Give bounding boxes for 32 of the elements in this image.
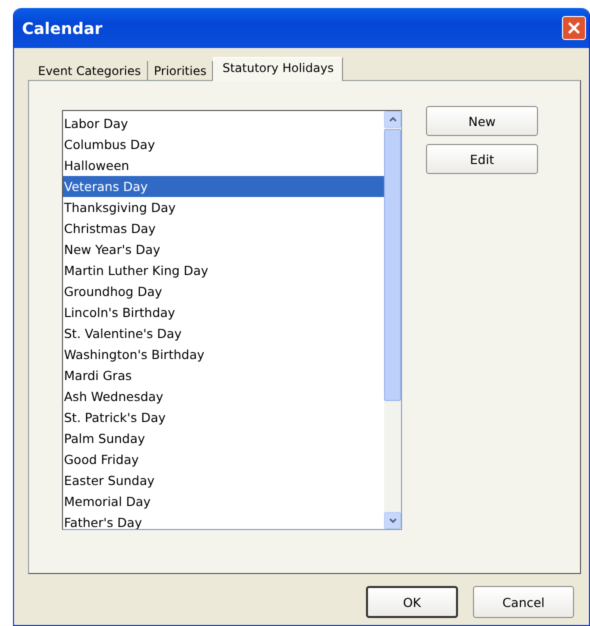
tab[interactable]: Statutory Holidays xyxy=(213,57,343,81)
holiday-list[interactable] xyxy=(62,110,402,530)
list-item[interactable]: Labor Day xyxy=(63,113,384,134)
list-item[interactable]: Christmas Day xyxy=(63,218,384,239)
list-item[interactable]: Thanksgiving Day xyxy=(63,197,384,218)
list-item[interactable]: St. Patrick's Day xyxy=(63,407,384,428)
list-item[interactable]: Good Friday xyxy=(63,449,384,470)
list-item[interactable]: Washington's Birthday xyxy=(63,344,384,365)
side-button[interactable]: New xyxy=(426,106,538,136)
list-item[interactable]: Groundhog Day xyxy=(63,281,384,302)
dialog-button[interactable]: OK xyxy=(366,586,458,618)
list-item[interactable]: Easter Sunday xyxy=(63,470,384,491)
list-item[interactable]: Veterans Day xyxy=(63,176,384,197)
list-item[interactable]: New Year's Day xyxy=(63,239,384,260)
close-icon xyxy=(567,21,581,35)
scroll-up-button[interactable] xyxy=(384,111,401,128)
list-item[interactable]: Martin Luther King Day xyxy=(63,260,384,281)
list-item[interactable]: Halloween xyxy=(63,155,384,176)
scrollbar[interactable] xyxy=(384,111,401,529)
list-item[interactable]: Palm Sunday xyxy=(63,428,384,449)
list-item[interactable]: Mardi Gras xyxy=(63,365,384,386)
list-item[interactable]: Ash Wednesday xyxy=(63,386,384,407)
list-item[interactable]: Memorial Day xyxy=(63,491,384,512)
close-button[interactable] xyxy=(562,16,586,40)
scroll-thumb[interactable] xyxy=(384,129,401,401)
list-item[interactable]: St. Valentine's Day xyxy=(63,323,384,344)
list-item[interactable]: Lincoln's Birthday xyxy=(63,302,384,323)
scroll-down-button[interactable] xyxy=(384,512,401,529)
window-title: Calendar xyxy=(22,18,102,38)
side-button[interactable]: Edit xyxy=(426,144,538,174)
list-item[interactable]: Columbus Day xyxy=(63,134,384,155)
dialog-button[interactable]: Cancel xyxy=(473,586,574,618)
